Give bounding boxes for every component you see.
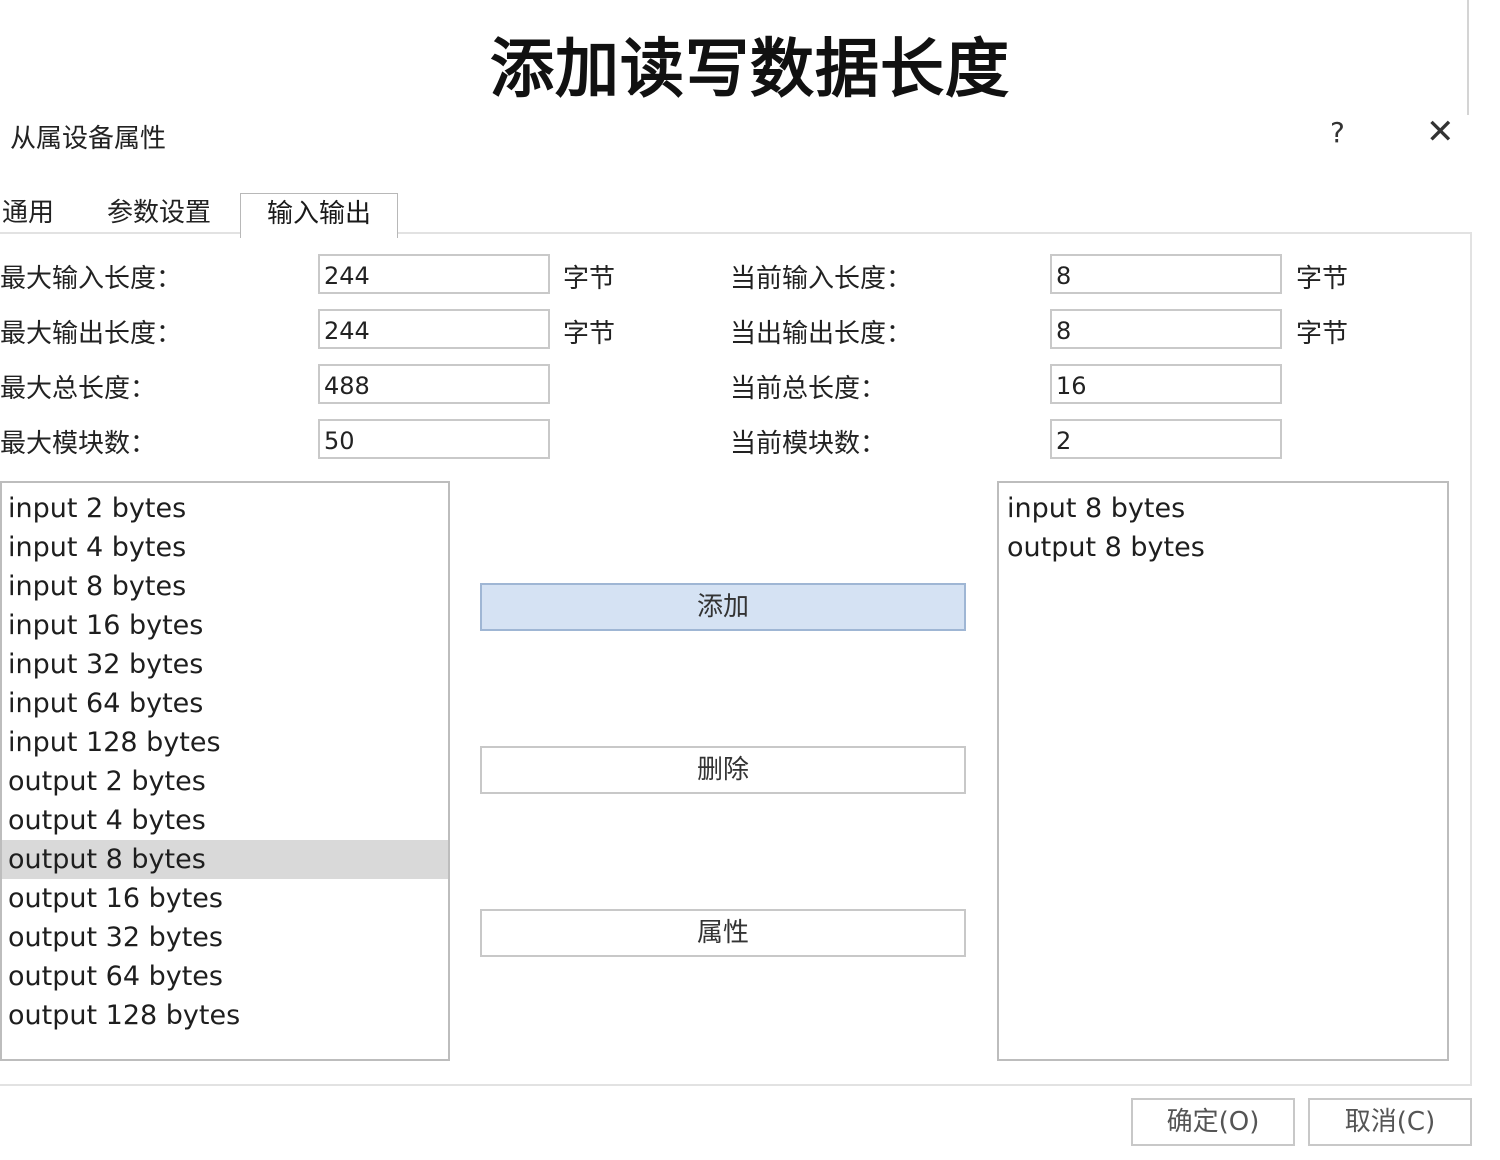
list-item[interactable]: input 128 bytes: [2, 723, 448, 762]
list-item[interactable]: input 4 bytes: [2, 528, 448, 567]
current-input-length-unit: 字节: [1296, 264, 1349, 294]
tab-general[interactable]: 通用: [2, 192, 54, 229]
tab-parameter-settings[interactable]: 参数设置: [107, 192, 211, 229]
list-item[interactable]: output 4 bytes: [2, 801, 448, 840]
current-input-length-field[interactable]: [1050, 254, 1282, 294]
max-output-length-label: 最大输出长度：: [0, 319, 183, 349]
max-input-length-label: 最大输入长度：: [0, 264, 183, 294]
cancel-button[interactable]: 取消(C): [1308, 1098, 1472, 1146]
list-item[interactable]: input 32 bytes: [2, 645, 448, 684]
current-module-count-field[interactable]: [1050, 419, 1282, 459]
current-total-length-field[interactable]: [1050, 364, 1282, 404]
list-item[interactable]: input 2 bytes: [2, 489, 448, 528]
current-module-count-label: 当前模块数：: [730, 429, 887, 459]
list-item-selected[interactable]: output 8 bytes: [2, 840, 448, 879]
current-output-length-label: 当出输出长度：: [730, 319, 913, 349]
list-item[interactable]: output 64 bytes: [2, 957, 448, 996]
list-item[interactable]: output 32 bytes: [2, 918, 448, 957]
dialog-title: 从属设备属性: [10, 124, 167, 154]
list-item[interactable]: output 128 bytes: [2, 996, 448, 1035]
page-heading: 添加读写数据长度: [490, 33, 1010, 107]
add-button[interactable]: 添加: [480, 583, 966, 631]
max-total-length-field[interactable]: [318, 364, 550, 404]
current-output-length-field[interactable]: [1050, 309, 1282, 349]
max-output-length-field[interactable]: [318, 309, 550, 349]
list-item[interactable]: input 8 bytes: [2, 567, 448, 606]
list-item[interactable]: output 8 bytes: [1001, 528, 1447, 567]
list-item[interactable]: output 2 bytes: [2, 762, 448, 801]
list-item[interactable]: output 16 bytes: [2, 879, 448, 918]
help-icon[interactable]: ?: [1330, 116, 1345, 149]
close-icon[interactable]: ✕: [1426, 112, 1455, 152]
tab-input-output[interactable]: 输入输出: [240, 193, 398, 238]
max-input-length-field[interactable]: [318, 254, 550, 294]
max-module-count-label: 最大模块数：: [0, 429, 157, 459]
window-edge-divider: [1467, 0, 1469, 115]
current-input-length-label: 当前输入长度：: [730, 264, 913, 294]
max-input-length-unit: 字节: [563, 264, 616, 294]
max-output-length-unit: 字节: [563, 319, 616, 349]
max-total-length-label: 最大总长度：: [0, 374, 157, 404]
current-total-length-label: 当前总长度：: [730, 374, 887, 404]
configured-modules-list[interactable]: input 8 bytes output 8 bytes: [997, 481, 1449, 1061]
list-item[interactable]: input 64 bytes: [2, 684, 448, 723]
max-module-count-field[interactable]: [318, 419, 550, 459]
available-modules-list[interactable]: input 2 bytes input 4 bytes input 8 byte…: [0, 481, 450, 1061]
properties-button[interactable]: 属性: [480, 909, 966, 957]
ok-button[interactable]: 确定(O): [1131, 1098, 1295, 1146]
list-item[interactable]: input 8 bytes: [1001, 489, 1447, 528]
delete-button[interactable]: 删除: [480, 746, 966, 794]
current-output-length-unit: 字节: [1296, 319, 1349, 349]
list-item[interactable]: input 16 bytes: [2, 606, 448, 645]
